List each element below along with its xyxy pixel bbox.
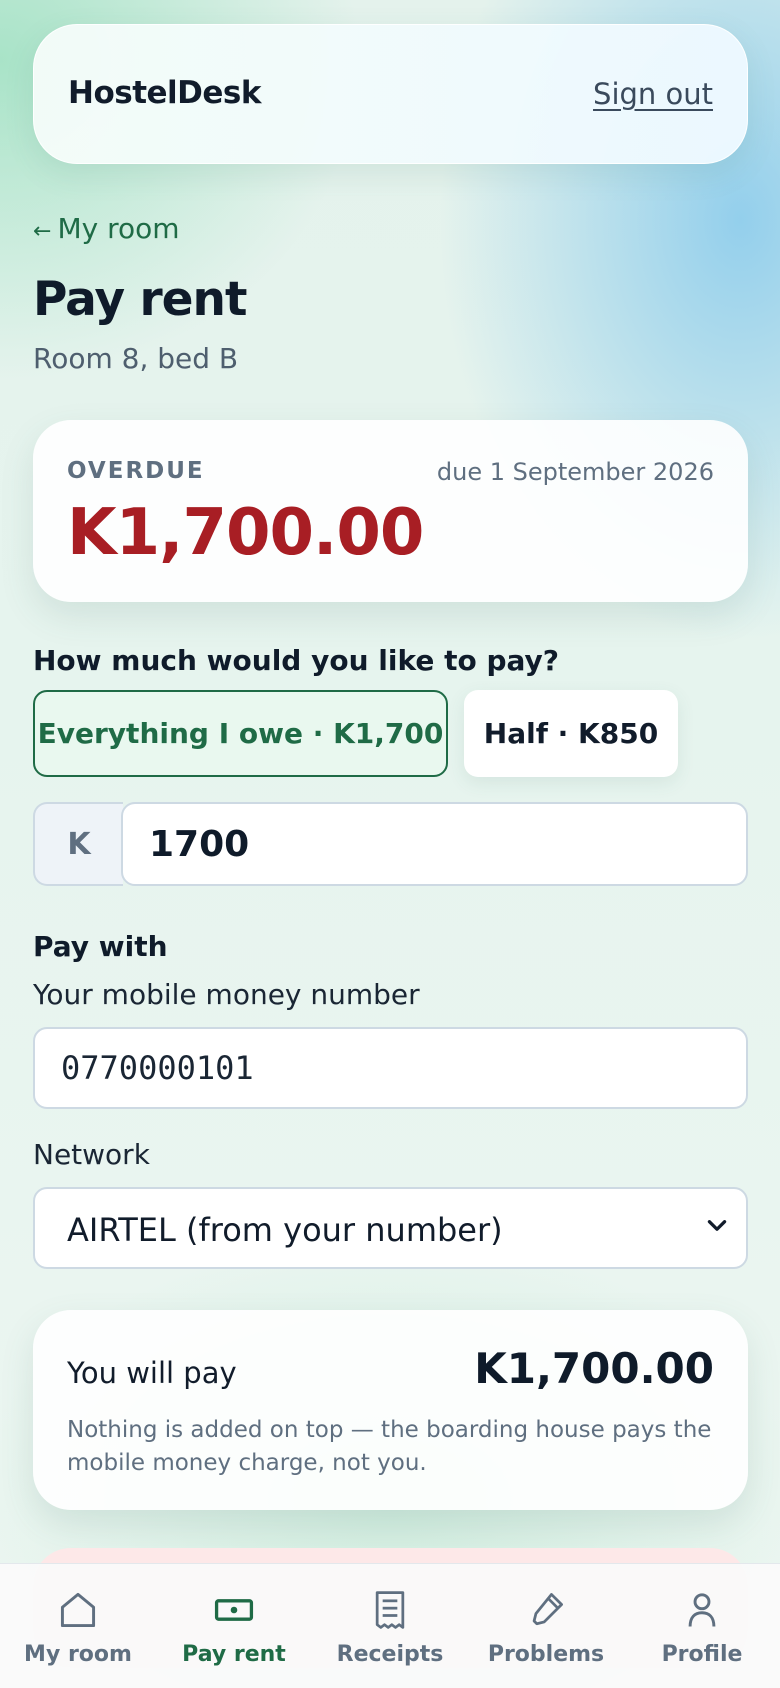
you-will-pay-label: You will pay — [67, 1356, 237, 1390]
bottom-nav: My room Pay rent Receipts Problems Profi… — [0, 1563, 780, 1688]
page-title: Pay rent — [33, 272, 247, 327]
fee-note: Nothing is added on top — the boarding h… — [67, 1417, 712, 1476]
network-selected-value: AIRTEL (from your number) — [67, 1211, 503, 1249]
amount-due-card: OVERDUE due 1 September 2026 K1,700.00 — [33, 420, 748, 602]
sign-out-link[interactable]: Sign out — [593, 77, 713, 111]
user-icon — [688, 1593, 716, 1627]
due-date: due 1 September 2026 — [436, 458, 714, 486]
receipt-icon — [375, 1591, 405, 1629]
nav-label: Pay rent — [182, 1642, 286, 1667]
nav-problems[interactable]: Problems — [468, 1564, 624, 1688]
network-label: Network — [33, 1138, 150, 1171]
amount-due: K1,700.00 — [67, 496, 424, 570]
nav-receipts[interactable]: Receipts — [312, 1564, 468, 1688]
back-link[interactable]: ← My room — [33, 212, 180, 245]
home-icon — [60, 1592, 96, 1628]
brand-logo: HostelDesk — [68, 75, 262, 111]
currency-prefix: K — [33, 802, 123, 886]
amount-field: K — [33, 802, 748, 886]
nav-my-room[interactable]: My room — [0, 1564, 156, 1688]
amount-question: How much would you like to pay? — [33, 644, 560, 677]
back-arrow-icon: ← — [33, 219, 52, 244]
mobile-number-input[interactable] — [33, 1027, 748, 1109]
top-bar: HostelDesk Sign out — [33, 24, 748, 164]
pay-everything-option[interactable]: Everything I owe · K1,700 — [33, 690, 448, 777]
amount-input[interactable] — [121, 802, 748, 886]
network-select[interactable]: AIRTEL (from your number) — [33, 1187, 748, 1269]
nav-label: Problems — [487, 1642, 605, 1667]
nav-label: My room — [24, 1642, 132, 1667]
status-badge: OVERDUE — [67, 458, 205, 484]
nav-pay-rent[interactable]: Pay rent — [156, 1564, 312, 1688]
banknote-icon — [214, 1599, 254, 1621]
total-amount: K1,700.00 — [474, 1344, 714, 1393]
back-link-label: My room — [57, 212, 180, 245]
chevron-down-icon — [707, 1220, 727, 1231]
pay-with-heading: Pay with — [33, 930, 168, 963]
pay-half-option[interactable]: Half · K850 — [464, 690, 678, 777]
page-subtitle: Room 8, bed B — [33, 342, 239, 375]
mobile-number-label: Your mobile money number — [33, 978, 420, 1011]
page: HostelDesk Sign out ← My room Pay rent Ro… — [0, 0, 780, 1688]
nav-label: Profile — [661, 1642, 743, 1667]
nav-profile[interactable]: Profile — [624, 1564, 780, 1688]
payment-summary-card: You will pay K1,700.00 Nothing is added … — [33, 1310, 748, 1510]
brush-icon — [532, 1593, 563, 1626]
nav-label: Receipts — [336, 1642, 444, 1667]
